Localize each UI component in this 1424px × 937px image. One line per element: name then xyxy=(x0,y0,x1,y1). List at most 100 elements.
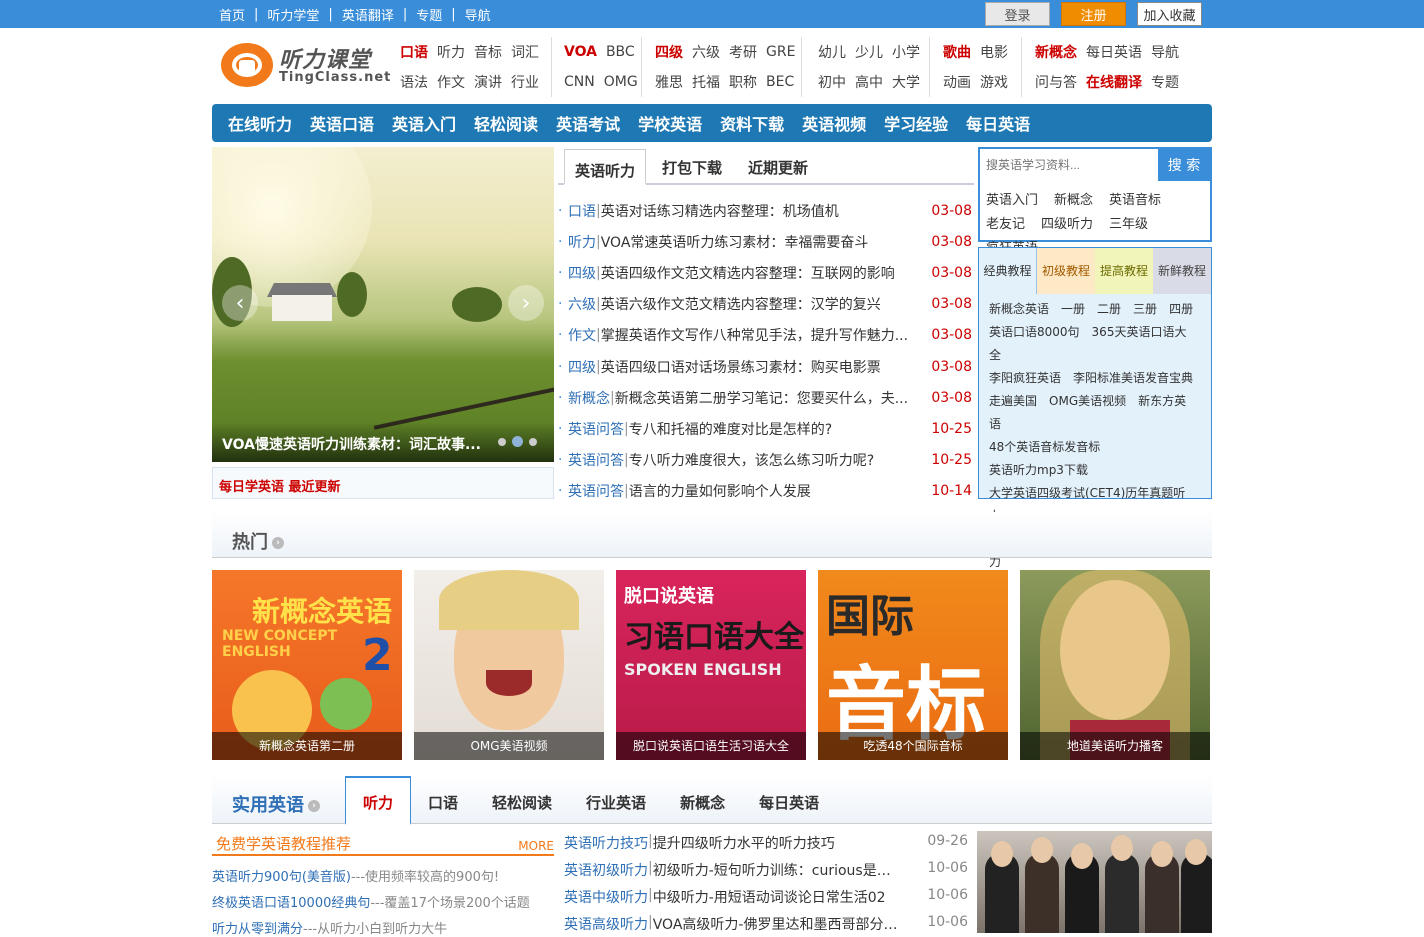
tutorial-link[interactable]: 听力从零到满分 xyxy=(212,922,303,937)
tutorial-link[interactable]: 李阳疯狂英语 xyxy=(989,371,1061,385)
cat-link[interactable]: GRE xyxy=(766,44,795,60)
news-title[interactable]: 语言的力量如何影响个人发展 xyxy=(629,481,939,501)
cat-link[interactable]: 口语 xyxy=(400,42,428,62)
news-title[interactable]: VOA常速英语听力练习素材：幸福需要奋斗 xyxy=(601,232,911,252)
tutorial-link[interactable]: 英语口语8000句 xyxy=(989,325,1080,339)
search-tag[interactable]: 新概念 xyxy=(1054,189,1093,213)
main-nav-item[interactable]: 英语考试 xyxy=(556,111,620,135)
item-category[interactable]: 英语中级听力 xyxy=(564,887,648,907)
hot-title[interactable]: 热门 › xyxy=(232,528,284,554)
hot-item[interactable]: 国际 音标 吃透48个国际音标 xyxy=(818,570,1008,760)
tutorial-link[interactable]: 新概念英语 xyxy=(989,302,1049,316)
cat-link[interactable]: 四级 xyxy=(655,42,683,62)
main-nav-item[interactable]: 学校英语 xyxy=(638,111,702,135)
item-category[interactable]: 英语听力技巧 xyxy=(564,833,648,853)
tutorial-link[interactable]: 英语听力mp3下载 xyxy=(989,463,1088,477)
search-tag[interactable]: 英语入门 xyxy=(986,189,1038,213)
search-tag[interactable]: 四级听力 xyxy=(1041,213,1093,237)
main-nav-item[interactable]: 轻松阅读 xyxy=(474,111,538,135)
news-title[interactable]: 新概念英语第二册学习笔记：您要买什么，夫... xyxy=(615,388,925,408)
tutorial-link[interactable]: 走遍美国 xyxy=(989,394,1037,408)
tab-advanced[interactable]: 提高教程 xyxy=(1095,248,1153,294)
news-title[interactable]: 掌握英语作文写作八种常见手法，提升写作魅力... xyxy=(601,325,911,345)
tutorial-link[interactable]: 三册 xyxy=(1133,302,1157,316)
top-nav-guide[interactable]: 导航 xyxy=(465,5,491,24)
cat-link[interactable]: 语法 xyxy=(400,72,428,92)
search-button[interactable]: 搜 索 xyxy=(1158,149,1210,181)
carousel-dot-active[interactable] xyxy=(512,436,523,447)
item-title[interactable]: 中级听力-用短语动词谈论日常生活02 xyxy=(653,887,901,907)
cat-link[interactable]: 六级 xyxy=(692,42,720,62)
search-tag[interactable]: 英语音标 xyxy=(1109,189,1161,213)
carousel-dot[interactable] xyxy=(529,438,537,446)
main-nav-item[interactable]: 学习经验 xyxy=(884,111,948,135)
cat-link[interactable]: 托福 xyxy=(692,72,720,92)
tab-listening[interactable]: 英语听力 xyxy=(564,149,647,185)
cat-link[interactable]: 听力 xyxy=(437,42,465,62)
cat-link[interactable]: 作文 xyxy=(437,72,465,92)
cat-link[interactable]: CNN xyxy=(564,74,595,90)
cat-link[interactable]: 歌曲 xyxy=(943,42,971,62)
cat-link[interactable]: 专题 xyxy=(1151,72,1179,92)
tutorial-link[interactable]: 二册 xyxy=(1097,302,1121,316)
news-title[interactable]: 英语四级口语对话场景练习素材：购买电影票 xyxy=(601,357,911,377)
tutorial-link[interactable]: 四册 xyxy=(1169,302,1193,316)
tab-recent[interactable]: 近期更新 xyxy=(738,147,818,183)
cat-link[interactable]: 游戏 xyxy=(980,72,1008,92)
top-nav-home[interactable]: 首页 xyxy=(219,5,245,24)
carousel-next-icon[interactable]: › xyxy=(508,285,544,321)
cat-link[interactable]: BBC xyxy=(606,44,635,60)
news-title[interactable]: 英语六级作文范文精选内容整理：汉学的复兴 xyxy=(601,294,911,314)
hot-item[interactable]: 脱口说英语 习语口语大全 SPOKEN ENGLISH 脱口说英语口语生活习语大… xyxy=(616,570,806,760)
top-nav-translate[interactable]: 英语翻译 xyxy=(342,5,394,24)
cat-link[interactable]: 新概念 xyxy=(1035,42,1077,62)
news-category[interactable]: 口语 xyxy=(568,201,596,221)
tab-new-concept[interactable]: 新概念 xyxy=(663,776,742,824)
tab-classic[interactable]: 经典教程 xyxy=(979,248,1037,294)
image-carousel[interactable]: ‹ › VOA慢速英语听力训练素材：词汇故事... xyxy=(212,147,554,462)
news-category[interactable]: 六级 xyxy=(568,294,596,314)
main-nav-item[interactable]: 资料下载 xyxy=(720,111,784,135)
item-category[interactable]: 英语初级听力 xyxy=(564,860,648,880)
cat-link[interactable]: 在线翻译 xyxy=(1086,72,1142,92)
tab-industry[interactable]: 行业英语 xyxy=(569,776,663,824)
cat-link[interactable]: 幼儿 xyxy=(818,42,846,62)
cat-link[interactable]: 高中 xyxy=(855,72,883,92)
tutorial-link[interactable]: 英语听力900句(美音版) xyxy=(212,870,351,885)
cat-link[interactable]: 雅思 xyxy=(655,72,683,92)
item-category[interactable]: 英语高级听力 xyxy=(564,914,648,934)
main-nav-item[interactable]: 每日英语 xyxy=(966,111,1030,135)
news-category[interactable]: 英语问答 xyxy=(568,419,624,439)
friends-image[interactable] xyxy=(977,831,1212,933)
search-tag[interactable]: 三年级 xyxy=(1109,213,1148,237)
cat-link[interactable]: BEC xyxy=(766,74,794,90)
cat-link[interactable]: 电影 xyxy=(980,42,1008,62)
item-title[interactable]: VOA高级听力-佛罗里达和墨西哥部分地... xyxy=(653,914,901,934)
cat-link[interactable]: 职称 xyxy=(729,72,757,92)
cat-link[interactable]: 少儿 xyxy=(855,42,883,62)
search-tag[interactable]: 老友记 xyxy=(986,213,1025,237)
cat-link[interactable]: OMG xyxy=(604,74,638,90)
cat-link[interactable]: 音标 xyxy=(474,42,502,62)
practical-title[interactable]: 实用英语 › xyxy=(232,791,320,817)
main-nav-item[interactable]: 英语入门 xyxy=(392,111,456,135)
top-nav-topics[interactable]: 专题 xyxy=(416,5,442,24)
news-category[interactable]: 新概念 xyxy=(568,388,610,408)
cat-link[interactable]: 问与答 xyxy=(1035,72,1077,92)
carousel-dot[interactable] xyxy=(498,438,506,446)
cat-link[interactable]: 行业 xyxy=(511,72,539,92)
news-category[interactable]: 听力 xyxy=(568,232,596,252)
cat-link[interactable]: 每日英语 xyxy=(1086,42,1142,62)
cat-link[interactable]: 小学 xyxy=(892,42,920,62)
cat-link[interactable]: 大学 xyxy=(892,72,920,92)
news-title[interactable]: 英语四级作文范文精选内容整理：互联网的影响 xyxy=(601,263,911,283)
tutorial-link[interactable]: 终极英语口语10000经典句 xyxy=(212,896,370,911)
news-title[interactable]: 专八和托福的难度对比是怎样的? xyxy=(629,419,939,439)
tab-new[interactable]: 新鲜教程 xyxy=(1153,248,1211,294)
hot-item[interactable]: OMG美语视频 xyxy=(414,570,604,760)
news-category[interactable]: 四级 xyxy=(568,357,596,377)
tutorial-link[interactable]: 一册 xyxy=(1061,302,1085,316)
tab-daily[interactable]: 每日英语 xyxy=(742,776,836,824)
cat-link[interactable]: 考研 xyxy=(729,42,757,62)
cat-link[interactable]: 初中 xyxy=(818,72,846,92)
